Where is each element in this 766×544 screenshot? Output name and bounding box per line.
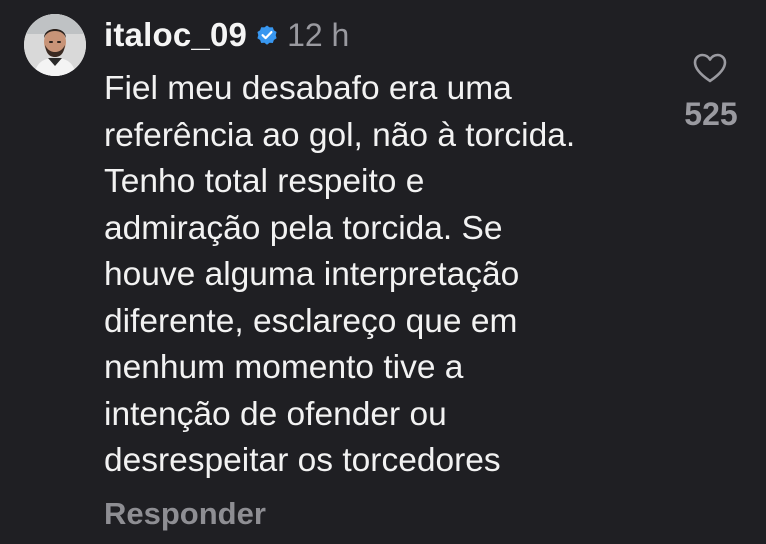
comment: italoc_09 12 h Fiel meu desabafo era uma… [0,0,766,544]
avatar[interactable] [24,14,86,76]
comment-text: Fiel meu desabafo era uma referência ao … [104,70,576,479]
verified-badge-icon [255,23,279,47]
comment-header: italoc_09 12 h [104,14,349,56]
reply-button[interactable]: Responder [104,496,266,532]
avatar-photo [24,14,86,76]
like-button[interactable] [692,52,728,84]
heart-outline-icon [693,53,727,83]
timestamp: 12 h [287,16,350,53]
like-count: 525 [684,96,738,132]
username[interactable]: italoc_09 [104,16,247,54]
